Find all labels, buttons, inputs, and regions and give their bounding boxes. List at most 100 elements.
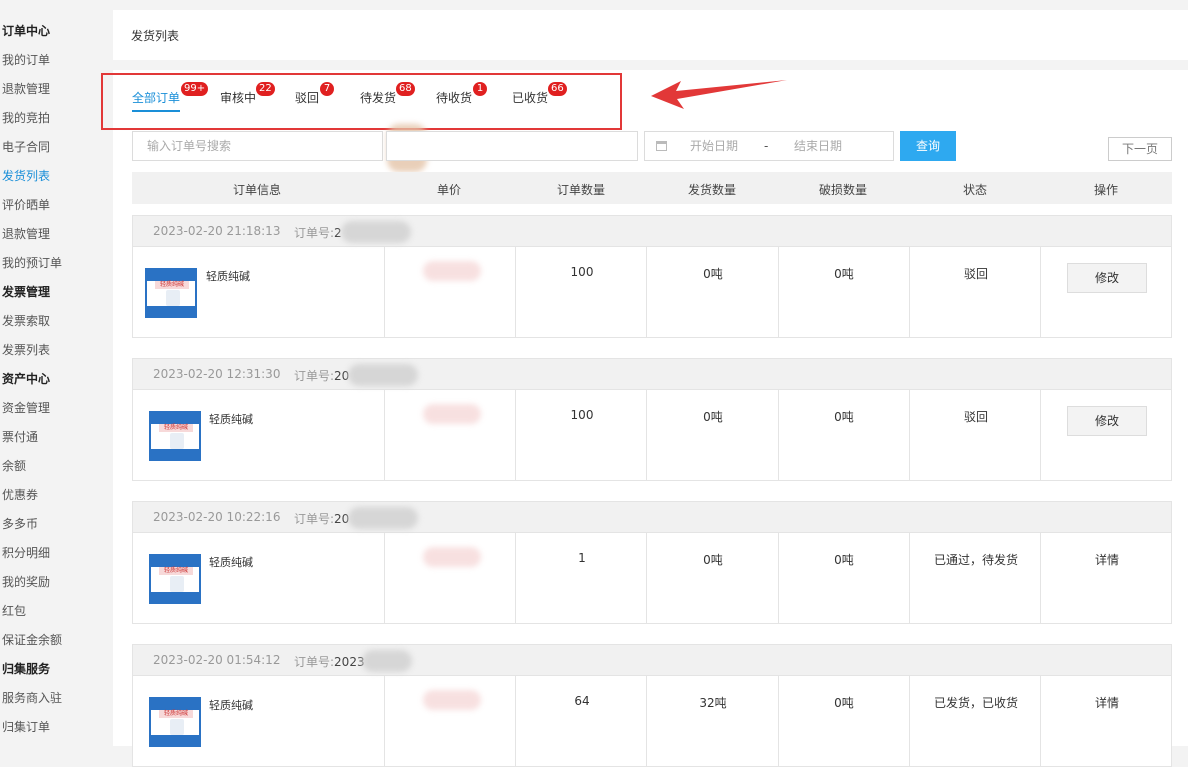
- column-header: 订单数量: [556, 183, 605, 197]
- column-divider: [384, 390, 385, 481]
- product-image[interactable]: 轻质纯碱: [149, 554, 201, 604]
- product-image-label: 轻质纯碱: [159, 567, 193, 575]
- column-header: 订单信息: [232, 183, 281, 197]
- column-divider: [1040, 390, 1041, 481]
- sidebar-item[interactable]: 发货列表: [2, 168, 50, 184]
- order-number-label: 订单号:: [294, 655, 335, 669]
- order-row-header: 2023-02-20 10:22:16 订单号:20: [133, 502, 1171, 533]
- detail-link[interactable]: 详情: [1067, 551, 1147, 568]
- product-image[interactable]: 轻质纯碱: [149, 697, 201, 747]
- redacted-region: [423, 547, 481, 567]
- shipped-quantity: 0吨: [703, 267, 723, 281]
- order-status: 驳回: [963, 267, 988, 281]
- table-header: 订单信息 单价 订单数量 发货数量 破损数量 状态 操作: [132, 172, 1172, 204]
- sidebar-item[interactable]: 电子合同: [2, 139, 50, 155]
- sidebar-item[interactable]: 我的奖励: [2, 574, 50, 590]
- sidebar-item[interactable]: 积分明细: [2, 545, 50, 561]
- sidebar-group-title: 归集服务: [2, 662, 51, 676]
- order-row: 2023-02-20 21:18:13 订单号:2 轻质纯碱 轻质纯碱 100 0吨 0吨 驳…: [132, 215, 1172, 338]
- sidebar-item[interactable]: 发票列表: [2, 342, 50, 358]
- next-page-button[interactable]: 下一页: [1108, 137, 1172, 161]
- column-divider: [909, 676, 910, 767]
- shipped-quantity: 32吨: [699, 696, 727, 710]
- sidebar-item[interactable]: 余额: [2, 458, 26, 474]
- sidebar-item[interactable]: 红包: [2, 603, 26, 619]
- query-button[interactable]: 查询: [900, 131, 956, 161]
- product-name[interactable]: 轻质纯碱: [209, 411, 253, 427]
- column-divider: [778, 390, 779, 481]
- sidebar-item[interactable]: 退款管理: [2, 226, 50, 242]
- sidebar-item[interactable]: 归集订单: [2, 719, 50, 735]
- redacted-region: [362, 650, 412, 672]
- edit-button[interactable]: 修改: [1067, 406, 1147, 436]
- damaged-quantity: 0吨: [834, 267, 854, 281]
- sidebar-item[interactable]: 票付通: [2, 429, 38, 445]
- column-divider: [1040, 247, 1041, 338]
- order-time: 2023-02-20 12:31:30: [153, 367, 281, 381]
- product-image-banner: [151, 413, 199, 424]
- column-divider: [1040, 676, 1041, 767]
- order-status: 驳回: [963, 410, 988, 424]
- column-header: 单价: [436, 183, 461, 197]
- product-image[interactable]: 轻质纯碱: [149, 411, 201, 461]
- calendar-icon: [656, 141, 667, 151]
- sidebar-item[interactable]: 发票索取: [2, 313, 50, 329]
- order-number-label: 订单号:: [294, 226, 335, 240]
- redacted-region: [348, 364, 418, 386]
- order-quantity: 100: [570, 408, 594, 422]
- product-bag: [170, 719, 184, 735]
- product-image-footer: [147, 306, 195, 316]
- column-divider: [384, 676, 385, 767]
- product-name[interactable]: 轻质纯碱: [209, 554, 253, 570]
- filter-input[interactable]: [386, 131, 638, 161]
- order-row-header: 2023-02-20 12:31:30 订单号:20: [133, 359, 1171, 390]
- search-input[interactable]: 输入订单号搜索: [132, 131, 383, 161]
- order-time: 2023-02-20 01:54:12: [153, 653, 281, 667]
- column-divider: [646, 390, 647, 481]
- date-range-picker[interactable]: 开始日期 - 结束日期: [644, 131, 894, 161]
- sidebar-item[interactable]: 我的订单: [2, 52, 50, 68]
- sidebar-item[interactable]: 退款管理: [2, 81, 50, 97]
- sidebar-item[interactable]: 服务商入驻: [2, 690, 62, 706]
- sidebar-item[interactable]: 资金管理: [2, 400, 50, 416]
- detail-link[interactable]: 详情: [1067, 694, 1147, 711]
- column-divider: [909, 533, 910, 624]
- sidebar-item[interactable]: 优惠券: [2, 487, 38, 503]
- sidebar: 订单中心 我的订单 退款管理 我的竞拍 电子合同 发货列表 评价晒单 退款管理 我的预订单 发票管…: [0, 0, 104, 746]
- order-time: 2023-02-20 21:18:13: [153, 224, 281, 238]
- column-divider: [909, 247, 910, 338]
- product-image-banner: [147, 270, 195, 281]
- order-quantity: 64: [574, 694, 590, 708]
- sidebar-item[interactable]: 多多币: [2, 516, 38, 532]
- sidebar-item[interactable]: 我的预订单: [2, 255, 62, 271]
- edit-button[interactable]: 修改: [1067, 263, 1147, 293]
- column-divider: [909, 390, 910, 481]
- order-number: 订单号:20: [294, 510, 349, 527]
- product-name[interactable]: 轻质纯碱: [209, 697, 253, 713]
- order-row-body: 轻质纯碱 轻质纯碱 100 0吨 0吨 驳回 修改: [133, 390, 1171, 481]
- product-image-banner: [151, 699, 199, 710]
- order-number: 订单号:20: [294, 367, 349, 384]
- page-title: 发货列表: [131, 29, 180, 43]
- start-date-input[interactable]: 开始日期: [690, 132, 738, 160]
- column-divider: [515, 390, 516, 481]
- product-image[interactable]: 轻质纯碱: [145, 268, 197, 318]
- end-date-input[interactable]: 结束日期: [794, 132, 842, 160]
- column-header: 破损数量: [818, 183, 867, 197]
- sidebar-item[interactable]: 保证金余额: [2, 632, 62, 648]
- product-bag: [166, 290, 180, 306]
- damaged-quantity: 0吨: [834, 696, 854, 710]
- sidebar-item[interactable]: 评价晒单: [2, 197, 50, 213]
- product-image-footer: [151, 449, 199, 459]
- column-divider: [778, 676, 779, 767]
- column-divider: [778, 247, 779, 338]
- main-panel: 全部订单 99+ 审核中 22 驳回 7 待发货 68 待收货 1 已收货 66 输入订单号搜索 开始…: [101, 70, 1188, 767]
- product-name[interactable]: 轻质纯碱: [206, 268, 250, 284]
- product-image-footer: [151, 592, 199, 602]
- product-image-label: 轻质纯碱: [159, 710, 193, 718]
- order-time: 2023-02-20 10:22:16: [153, 510, 281, 524]
- red-arrow-icon: [651, 80, 787, 109]
- order-number: 订单号:2: [294, 224, 342, 241]
- sidebar-item[interactable]: 我的竞拍: [2, 110, 50, 126]
- order-quantity: 100: [570, 265, 594, 279]
